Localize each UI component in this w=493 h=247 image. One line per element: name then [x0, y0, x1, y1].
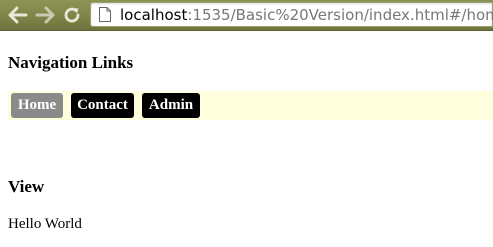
url-host: localhost [120, 6, 188, 24]
back-button[interactable] [6, 3, 30, 27]
nav-link-home[interactable]: Home [11, 93, 63, 118]
navigation-heading: Navigation Links [8, 53, 134, 72]
nav-link-contact[interactable]: Contact [71, 93, 134, 118]
page-icon [99, 7, 111, 22]
browser-toolbar: localhost:1535/Basic%20Version/index.htm… [0, 0, 493, 31]
forward-arrow-icon [35, 6, 55, 24]
url-text[interactable]: localhost:1535/Basic%20Version/index.htm… [120, 6, 493, 24]
reload-icon [64, 7, 80, 23]
view-heading: View [8, 177, 45, 196]
back-arrow-icon [8, 6, 28, 24]
navigation-bar: Home Contact Admin [8, 91, 493, 120]
reload-button[interactable] [60, 3, 84, 27]
page-content: Navigation Links Home Contact Admin View… [0, 31, 493, 247]
address-bar[interactable]: localhost:1535/Basic%20Version/index.htm… [90, 2, 493, 27]
view-content-text: Hello World [8, 216, 82, 232]
nav-link-admin[interactable]: Admin [142, 93, 200, 118]
forward-button[interactable] [33, 3, 57, 27]
url-path: :1535/Basic%20Version/index.html#/home [187, 6, 493, 24]
